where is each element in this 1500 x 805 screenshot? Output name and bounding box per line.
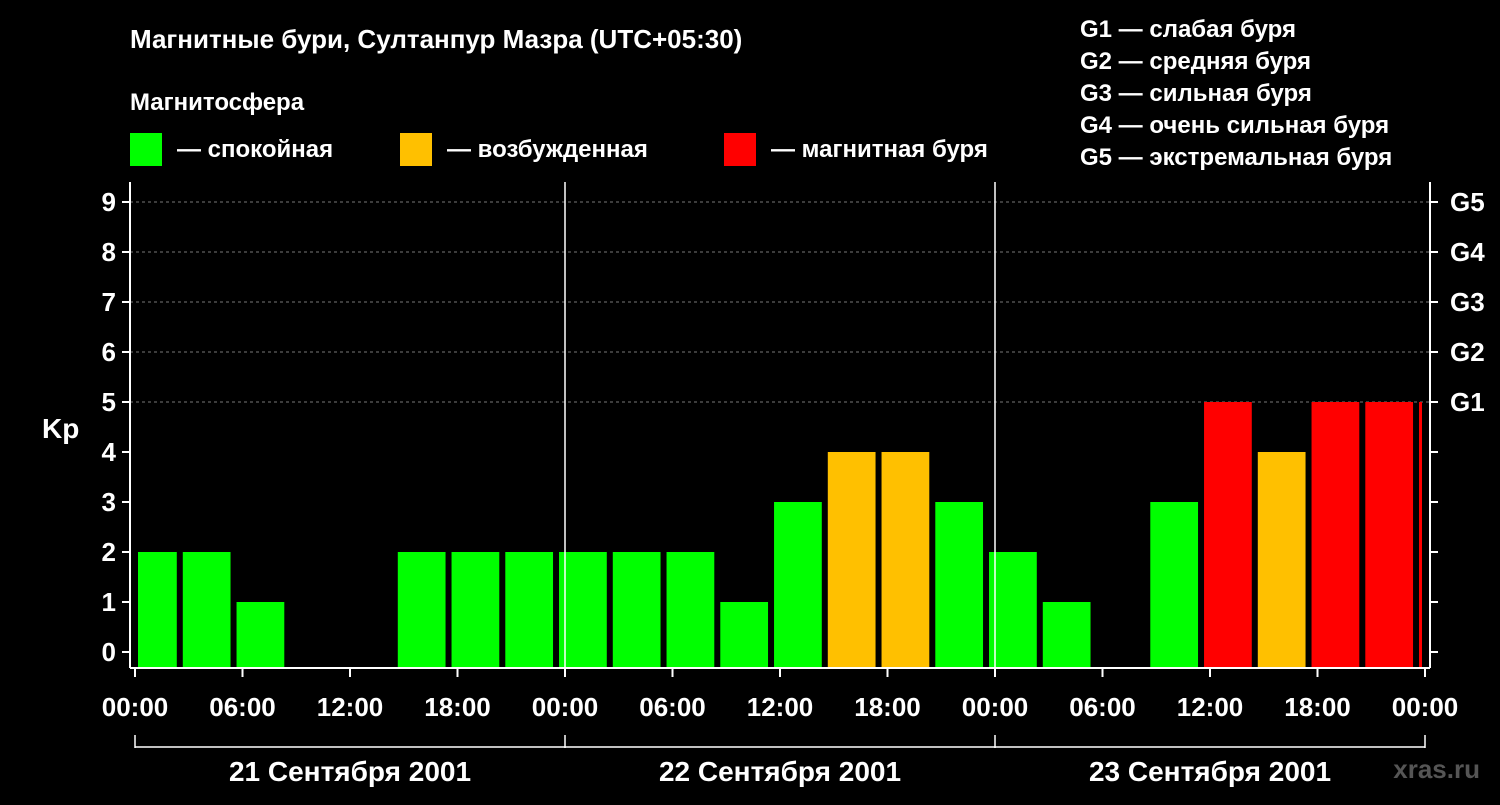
x-tick-label: 18:00	[854, 692, 921, 722]
g-scale-g1: G1 — слабая буря	[1080, 16, 1296, 43]
y-tick-label: 9	[102, 187, 116, 217]
kp-bar	[1042, 602, 1091, 668]
kp-bar	[505, 552, 554, 668]
kp-bar	[1204, 402, 1252, 668]
kp-bar	[138, 552, 177, 668]
legend-label-quiet: — спокойная	[177, 136, 333, 163]
y-tick-label: 0	[102, 637, 116, 667]
kp-bar	[451, 552, 500, 668]
kp-bar	[1419, 402, 1422, 668]
legend-swatch-storm	[724, 133, 756, 166]
x-tick-label: 18:00	[424, 692, 491, 722]
legend-swatch-active	[400, 133, 432, 166]
x-tick-label: 00:00	[1392, 692, 1459, 722]
kp-bar	[1257, 452, 1306, 668]
x-tick-label: 00:00	[962, 692, 1029, 722]
g-tick-label: G5	[1450, 187, 1485, 217]
y-tick-label: 3	[102, 487, 116, 517]
y-tick-label: 6	[102, 337, 116, 367]
y-tick-label: 1	[102, 587, 116, 617]
kp-bar	[774, 502, 822, 668]
kp-bar	[559, 552, 607, 668]
plot-area: 0 1 2 3 4 5 6 7 8 9 G1 G2 G3 G4 G5 00:00 06:00 12:00 18:00…	[102, 182, 1485, 787]
y-tick-label: 5	[102, 387, 116, 417]
watermark: xras.ru	[1393, 754, 1480, 784]
kp-bar	[1365, 402, 1414, 668]
g-tick-label: G3	[1450, 287, 1485, 317]
kp-bar	[236, 602, 285, 668]
g-scale-g4: G4 — очень сильная буря	[1080, 112, 1389, 139]
y-tick-label: 7	[102, 287, 116, 317]
x-tick-label: 00:00	[532, 692, 599, 722]
g-scale-g2: G2 — средняя буря	[1080, 48, 1311, 75]
y-tick-label: 4	[102, 437, 117, 467]
legend-label-storm: — магнитная буря	[771, 136, 988, 163]
y-axis-label: Kp	[42, 413, 79, 444]
kp-chart: Магнитные бури, Султанпур Мазра (UTC+05:…	[42, 16, 1485, 787]
g-tick-label: G4	[1450, 237, 1485, 267]
day-label: 21 Сентября 2001	[229, 756, 471, 787]
g-tick-label: G2	[1450, 337, 1485, 367]
day-label: 22 Сентября 2001	[659, 756, 901, 787]
legend-label-active: — возбужденная	[447, 136, 648, 163]
g-tick-label: G1	[1450, 387, 1485, 417]
kp-bar	[989, 552, 1037, 668]
x-tick-label: 06:00	[1069, 692, 1136, 722]
x-tick-label: 06:00	[639, 692, 706, 722]
x-tick-label: 06:00	[209, 692, 276, 722]
kp-bar	[881, 452, 930, 668]
g-scale-g3: G3 — сильная буря	[1080, 80, 1312, 107]
kp-bar	[1311, 402, 1360, 668]
kp-bar	[935, 502, 984, 668]
kp-bar	[666, 552, 715, 668]
kp-bar	[1150, 502, 1199, 668]
g-scale-g5: G5 — экстремальная буря	[1080, 144, 1392, 171]
x-tick-label: 00:00	[102, 692, 169, 722]
day-label: 23 Сентября 2001	[1089, 756, 1331, 787]
y-tick-label: 8	[102, 237, 116, 267]
y-tick-label: 2	[102, 537, 116, 567]
kp-bar	[612, 552, 661, 668]
x-tick-label: 12:00	[1177, 692, 1244, 722]
legend-heading: Магнитосфера	[130, 89, 305, 116]
kp-bar	[397, 552, 446, 668]
kp-bar	[182, 552, 231, 668]
legend-swatch-quiet	[130, 133, 162, 166]
x-tick-label: 12:00	[747, 692, 814, 722]
kp-bar	[827, 452, 876, 668]
x-tick-label: 18:00	[1284, 692, 1351, 722]
x-tick-label: 12:00	[317, 692, 384, 722]
chart-title: Магнитные бури, Султанпур Мазра (UTC+05:…	[130, 24, 742, 54]
kp-bar	[720, 602, 769, 668]
